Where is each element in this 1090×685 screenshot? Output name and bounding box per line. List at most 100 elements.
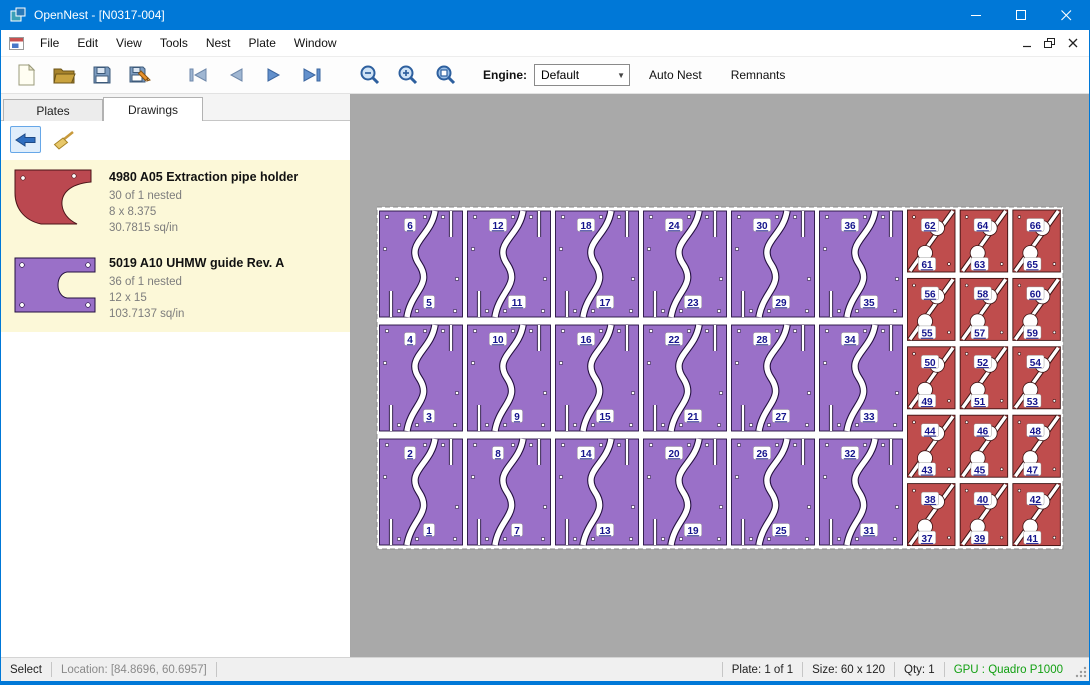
drill-hole [1018,284,1021,287]
nest-pair-red[interactable]: 4039 [960,484,1008,546]
nest-pair-red[interactable]: 4443 [908,415,956,477]
nest-pair-purple[interactable]: 1615 [556,325,639,431]
nest-pair-red[interactable]: 3837 [908,484,956,546]
nest-pair-red[interactable]: 4241 [1013,484,1061,546]
nest-pair-purple[interactable]: 1413 [556,439,639,545]
mdi-close-button[interactable] [1061,33,1084,53]
open-button[interactable] [48,60,80,90]
maximize-button[interactable] [999,0,1044,30]
drill-hole [775,215,778,218]
drill-hole [1018,216,1021,219]
menu-plate[interactable]: Plate [240,30,285,56]
nest-pair-purple[interactable]: 3029 [732,211,815,317]
drill-hole [895,277,898,280]
first-plate-button[interactable] [182,60,214,90]
next-plate-button[interactable] [258,60,290,90]
nest-pair-purple[interactable]: 3433 [820,325,903,431]
status-gpu: GPU : Quadro P1000 [945,658,1072,681]
nest-pair-red[interactable]: 6059 [1013,278,1061,340]
nest-pair-red[interactable]: 5857 [960,278,1008,340]
menu-tools[interactable]: Tools [151,30,197,56]
nest-pair-red[interactable]: 4847 [1013,415,1061,477]
zoom-in-button[interactable] [392,60,424,90]
drill-hole [441,443,444,446]
drill-hole [735,475,738,478]
nest-pair-purple[interactable]: 43 [380,325,463,431]
resize-grip[interactable] [1074,665,1087,681]
drill-hole [913,421,916,424]
menu-view[interactable]: View [107,30,151,56]
nest-pair-purple[interactable]: 2221 [644,325,727,431]
drill-hole [383,247,386,250]
menu-nest[interactable]: Nest [197,30,240,56]
nest-pair-purple[interactable]: 87 [468,439,551,545]
nest-pair-purple[interactable]: 3231 [820,439,903,545]
drill-hole [823,361,826,364]
nest-pair-purple[interactable]: 1211 [468,211,551,317]
tab-plates[interactable]: Plates [3,99,103,121]
next-arrow-icon [263,67,285,83]
nest-pair-red[interactable]: 5049 [908,347,956,409]
previous-arrow-icon [225,67,247,83]
drawing-size: 12 x 15 [109,290,284,306]
drill-hole [807,505,810,508]
drill-hole [837,537,840,540]
last-plate-button[interactable] [296,60,328,90]
nest-pair-purple[interactable]: 1817 [556,211,639,317]
part-thumbnail-red [11,167,109,241]
clear-drawings-button[interactable] [48,126,79,153]
nest-pair-purple[interactable]: 21 [380,439,463,545]
engine-select[interactable]: Default ▼ [534,64,630,86]
menu-file[interactable]: File [31,30,68,56]
zoom-fit-button[interactable] [430,60,462,90]
auto-nest-button[interactable]: Auto Nest [639,62,712,88]
last-arrow-icon [301,67,323,83]
mdi-restore-button[interactable] [1038,33,1061,53]
title-bar: OpenNest - [N0317-004] [1,0,1089,30]
mdi-minimize-button[interactable] [1015,33,1038,53]
drawing-item-uhmw-guide[interactable]: 5019 A10 UHMW guide Rev. A 36 of 1 neste… [1,246,350,332]
menu-edit[interactable]: Edit [68,30,107,56]
new-button[interactable] [10,60,42,90]
open-folder-icon [52,65,76,85]
minimize-button[interactable] [954,0,999,30]
nest-pair-purple[interactable]: 2625 [732,439,815,545]
nest-pair-purple[interactable]: 2423 [644,211,727,317]
drill-hole [559,247,562,250]
nest-pair-purple[interactable]: 3635 [820,211,903,317]
nest-pair-red[interactable]: 6665 [1013,210,1061,272]
drill-hole [717,537,720,540]
nest-pair-red[interactable]: 4645 [960,415,1008,477]
nest-pair-red[interactable]: 5655 [908,278,956,340]
nest-pair-purple[interactable]: 65 [380,211,463,317]
drill-hole [735,247,738,250]
nest-pair-purple[interactable]: 109 [468,325,551,431]
menu-window[interactable]: Window [285,30,346,56]
nest-pair-red[interactable]: 5251 [960,347,1008,409]
zoom-out-button[interactable] [354,60,386,90]
nest-pair-purple[interactable]: 2827 [732,325,815,431]
window-title: OpenNest - [N0317-004] [34,8,165,22]
drill-hole [415,423,418,426]
nest-pair-red[interactable]: 6261 [908,210,956,272]
previous-plate-button[interactable] [220,60,252,90]
close-button[interactable] [1044,0,1089,30]
drill-hole [823,475,826,478]
drill-hole [591,423,594,426]
broom-icon [53,130,75,150]
import-drawing-button[interactable] [10,126,41,153]
nest-pair-purple[interactable]: 2019 [644,439,727,545]
drill-hole [385,329,388,332]
nest-drawing[interactable]: 6512111817242330293635431091615222128273… [351,94,1089,656]
nest-pair-red[interactable]: 6463 [960,210,1008,272]
drill-hole [913,489,916,492]
part-shape-red [15,170,91,224]
nest-canvas[interactable]: 6512111817242330293635431091615222128273… [351,94,1089,657]
tab-drawings[interactable]: Drawings [103,97,203,121]
remnants-button[interactable]: Remnants [721,62,796,88]
nest-pair-red[interactable]: 5453 [1013,347,1061,409]
drawing-item-extraction-pipe-holder[interactable]: 4980 A05 Extraction pipe holder 30 of 1 … [1,160,350,246]
save-as-button[interactable] [124,60,156,90]
save-button[interactable] [86,60,118,90]
drill-hole [1053,468,1056,471]
